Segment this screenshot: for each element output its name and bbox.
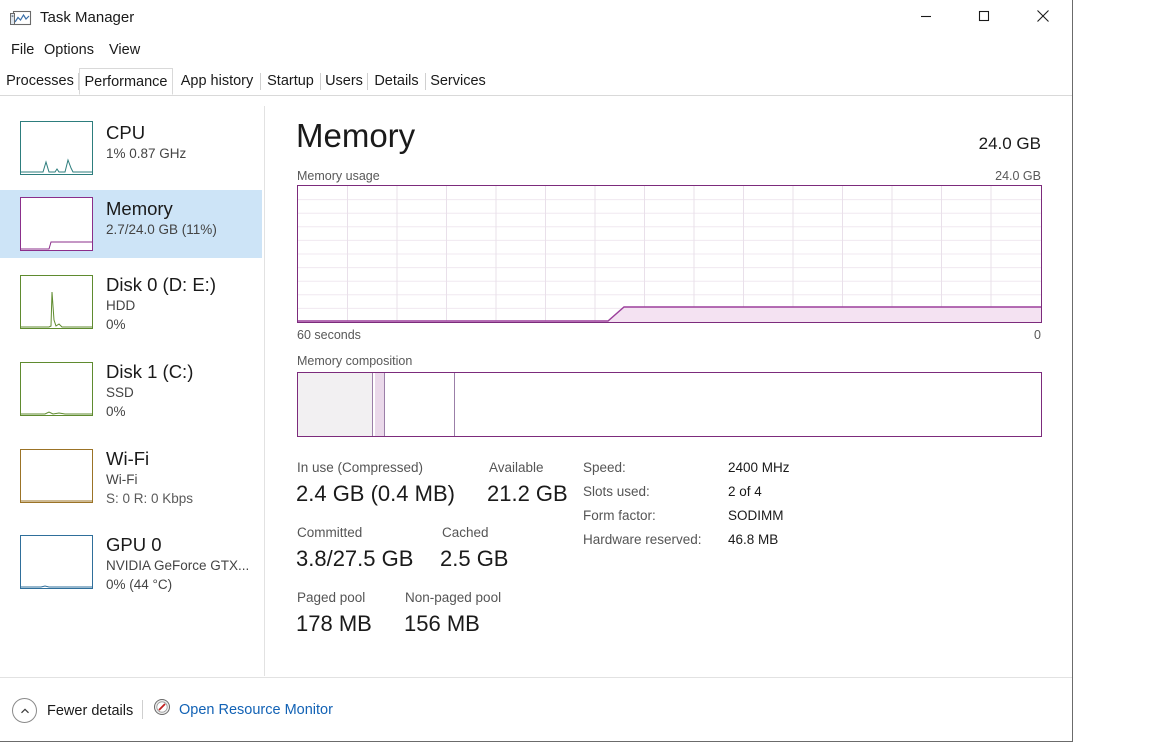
fewer-details-button[interactable]: Fewer details (12, 698, 133, 723)
composition-segment-modified (375, 373, 384, 436)
tab-users[interactable]: Users (321, 68, 367, 95)
performance-detail-panel: Memory 24.0 GB Memory usage 24.0 GB 60 s… (265, 100, 1072, 676)
sidebar-item-gpu-0[interactable]: GPU 0 NVIDIA GeForce GTX... 0% (44 °C) (0, 528, 262, 608)
tab-startup[interactable]: Startup (261, 68, 320, 95)
info-label-slots-used: Slots used: (583, 484, 650, 499)
tab-services[interactable]: Services (426, 68, 490, 95)
task-manager-icon (10, 10, 32, 29)
cpu-thumbnail-graph (20, 121, 93, 175)
sidebar-item-sub2: 0% (106, 317, 126, 332)
sidebar-item-sub2: 0% (106, 404, 126, 419)
page-title: Memory (296, 117, 416, 154)
wifi-thumbnail-graph (20, 449, 93, 503)
title-bar: Task Manager (0, 0, 1072, 39)
disk0-thumbnail-graph (20, 275, 93, 329)
sidebar-item-label: GPU 0 (106, 534, 162, 555)
stat-value-in-use: 2.4 GB (0.4 MB) (296, 481, 455, 506)
composition-divider (454, 373, 455, 436)
sidebar-item-label: Disk 0 (D: E:) (106, 274, 216, 295)
sidebar-item-disk-0[interactable]: Disk 0 (D: E:) HDD 0% (0, 268, 262, 348)
menu-item-view[interactable]: View (105, 40, 144, 60)
memory-usage-label: Memory usage (297, 169, 380, 183)
menu-item-options[interactable]: Options (40, 40, 98, 60)
stat-label-committed: Committed (297, 525, 363, 540)
info-label-speed: Speed: (583, 460, 626, 475)
graph-time-span-label: 60 seconds (297, 328, 361, 342)
stat-value-non-paged-pool: 156 MB (404, 611, 480, 636)
sidebar-item-sub2: S: 0 R: 0 Kbps (106, 491, 194, 506)
status-separator (142, 700, 143, 719)
tab-details[interactable]: Details (368, 68, 425, 95)
graph-time-zero-label: 0 (1034, 328, 1041, 342)
tab-processes[interactable]: Processes (2, 68, 78, 95)
stat-label-non-paged-pool: Non-paged pool (405, 590, 502, 605)
tab-strip: Processes Performance App history Startu… (0, 68, 1072, 96)
stat-label-cached: Cached (442, 525, 489, 540)
sidebar-item-label: Memory (106, 198, 173, 219)
close-button[interactable] (1020, 0, 1066, 32)
info-label-form-factor: Form factor: (583, 508, 656, 523)
sidebar-item-label: Disk 1 (C:) (106, 361, 194, 382)
fewer-details-label: Fewer details (47, 702, 134, 719)
tab-app-history[interactable]: App history (174, 68, 260, 95)
sidebar-item-label: Wi-Fi (106, 448, 150, 469)
info-label-hardware-reserved: Hardware reserved: (583, 532, 702, 547)
stat-value-committed: 3.8/27.5 GB (296, 546, 414, 571)
resource-sidebar: CPU 1% 0.87 GHz Memory 2.7/24.0 GB (11%) (0, 100, 263, 676)
info-value-form-factor: SODIMM (728, 508, 784, 523)
chevron-up-icon (12, 698, 37, 723)
sidebar-item-sub: NVIDIA GeForce GTX... (106, 558, 250, 573)
sidebar-item-sub: SSD (106, 385, 134, 400)
memory-composition-label: Memory composition (297, 354, 413, 368)
window-title: Task Manager (40, 9, 135, 26)
sidebar-item-label: CPU (106, 122, 146, 143)
tab-performance[interactable]: Performance (79, 68, 173, 95)
status-bar: Fewer details Open Resource Monitor (0, 677, 1072, 741)
sidebar-item-cpu[interactable]: CPU 1% 0.87 GHz (0, 114, 262, 182)
memory-total: 24.0 GB (978, 134, 1041, 153)
minimize-button[interactable] (903, 0, 949, 32)
sidebar-item-disk-1[interactable]: Disk 1 (C:) SSD 0% (0, 355, 262, 435)
sidebar-item-sub: 2.7/24.0 GB (11%) (106, 222, 217, 237)
info-value-slots-used: 2 of 4 (728, 484, 762, 499)
resource-monitor-icon (153, 698, 171, 721)
sidebar-item-sub: Wi-Fi (106, 472, 138, 487)
maximize-button[interactable] (961, 0, 1007, 32)
task-manager-window: Task Manager File Options View Processes… (0, 0, 1073, 742)
composition-divider (372, 373, 373, 436)
memory-thumbnail-graph (20, 197, 93, 251)
sidebar-item-memory[interactable]: Memory 2.7/24.0 GB (11%) (0, 190, 262, 258)
open-resource-monitor-link[interactable]: Open Resource Monitor (153, 698, 333, 721)
stat-value-cached: 2.5 GB (440, 546, 509, 571)
menu-bar: File Options View (0, 40, 1072, 62)
resource-monitor-label: Open Resource Monitor (179, 701, 333, 718)
sidebar-item-sub: 1% 0.87 GHz (106, 146, 187, 161)
composition-segment-in-use (298, 373, 372, 436)
sidebar-item-sub2: 0% (44 °C) (106, 577, 173, 592)
composition-divider (384, 373, 385, 436)
stat-value-paged-pool: 178 MB (296, 611, 372, 636)
stat-label-paged-pool: Paged pool (297, 590, 366, 605)
info-value-speed: 2400 MHz (728, 460, 790, 475)
stat-value-available: 21.2 GB (487, 481, 568, 506)
memory-usage-graph (297, 185, 1042, 323)
sidebar-item-wifi[interactable]: Wi-Fi Wi-Fi S: 0 R: 0 Kbps (0, 442, 262, 522)
info-value-hardware-reserved: 46.8 MB (728, 532, 779, 547)
sidebar-item-sub: HDD (106, 298, 136, 313)
gpu0-thumbnail-graph (20, 535, 93, 589)
stat-label-available: Available (489, 460, 544, 475)
memory-composition-bar[interactable] (297, 372, 1042, 437)
memory-usage-axis-max: 24.0 GB (995, 169, 1041, 183)
menu-item-file[interactable]: File (7, 40, 38, 60)
stat-label-in-use: In use (Compressed) (297, 460, 424, 475)
disk1-thumbnail-graph (20, 362, 93, 416)
